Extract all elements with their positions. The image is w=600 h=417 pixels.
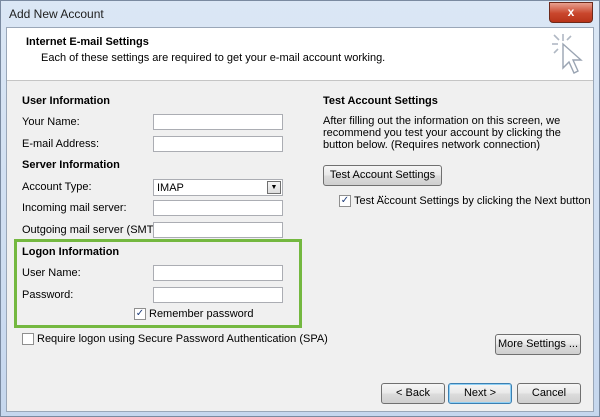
cancel-button[interactable]: Cancel bbox=[517, 383, 581, 404]
password-input[interactable] bbox=[153, 287, 283, 303]
your-name-label: Your Name: bbox=[22, 116, 80, 128]
close-icon: x bbox=[567, 5, 575, 19]
outgoing-server-label: Outgoing mail server (SMTP): bbox=[22, 224, 168, 236]
chevron-down-icon[interactable]: ▼ bbox=[267, 181, 281, 194]
test-on-next-label: Test Account Settings by clicking the Ne… bbox=[354, 195, 591, 207]
back-button[interactable]: < Back bbox=[381, 383, 445, 404]
add-account-window: Add New Account x Internet E-mail Settin… bbox=[0, 0, 600, 417]
dialog-header: Internet E-mail Settings Each of these s… bbox=[7, 28, 593, 81]
cursor-sparkle-icon bbox=[552, 34, 583, 74]
test-settings-description: After filling out the information on thi… bbox=[323, 115, 561, 151]
incoming-server-label: Incoming mail server: bbox=[22, 202, 127, 214]
close-button[interactable]: x bbox=[549, 2, 593, 23]
outgoing-server-input[interactable] bbox=[153, 222, 283, 238]
logon-info-heading: Logon Information bbox=[22, 246, 120, 258]
email-input[interactable] bbox=[153, 136, 283, 152]
account-type-select[interactable]: IMAP ▼ bbox=[153, 179, 283, 196]
dialog-body: Internet E-mail Settings Each of these s… bbox=[6, 27, 594, 412]
remember-password-label: Remember password bbox=[149, 308, 254, 320]
incoming-server-input[interactable] bbox=[153, 200, 283, 216]
test-settings-heading: Test Account Settings bbox=[323, 95, 438, 107]
test-on-next-checkbox[interactable]: ✓ bbox=[339, 195, 351, 207]
next-button[interactable]: Next > bbox=[448, 383, 512, 404]
email-label: E-mail Address: bbox=[22, 138, 100, 150]
title-bar: Add New Account x bbox=[1, 1, 599, 27]
account-type-label: Account Type: bbox=[22, 181, 92, 193]
server-info-heading: Server Information bbox=[22, 159, 120, 171]
password-label: Password: bbox=[22, 289, 74, 301]
username-input[interactable] bbox=[153, 265, 283, 281]
header-subtitle: Each of these settings are required to g… bbox=[41, 52, 386, 64]
username-label: User Name: bbox=[22, 267, 81, 279]
window-title: Add New Account bbox=[9, 7, 104, 21]
spa-label: Require logon using Secure Password Auth… bbox=[37, 333, 328, 345]
remember-password-checkbox[interactable]: ✓ bbox=[134, 308, 146, 320]
account-type-value: IMAP bbox=[157, 182, 184, 194]
spa-checkbox[interactable] bbox=[22, 333, 34, 345]
test-account-settings-button[interactable]: Test Account Settings ... bbox=[323, 165, 442, 200]
more-settings-button[interactable]: More Settings ... bbox=[495, 334, 581, 355]
user-info-heading: User Information bbox=[22, 95, 111, 107]
header-title: Internet E-mail Settings bbox=[26, 36, 149, 48]
your-name-input[interactable] bbox=[153, 114, 283, 130]
